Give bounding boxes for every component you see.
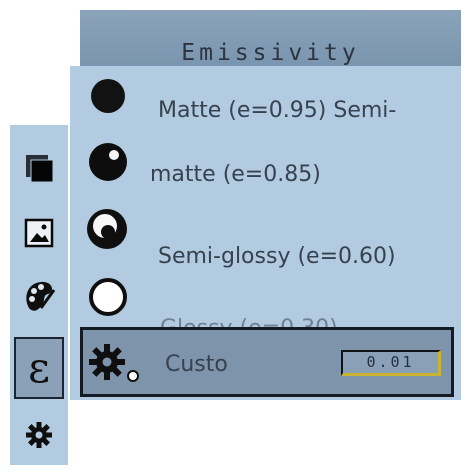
- gear-icon: [89, 344, 139, 382]
- semi-matte-dot-icon[interactable]: [86, 140, 130, 184]
- option-semi-glossy-label[interactable]: Semi-glossy (e=0.60): [158, 244, 396, 269]
- side-toolbar: ε: [10, 125, 68, 465]
- toolbar-image[interactable]: [16, 210, 62, 256]
- toolbar-palette[interactable]: [16, 273, 62, 319]
- toolbar-layers[interactable]: [16, 145, 62, 191]
- palette-icon: [26, 281, 56, 311]
- toolbar-emissivity[interactable]: ε: [14, 337, 64, 399]
- option-matte-label[interactable]: Matte (e=0.95) Semi-: [158, 98, 396, 123]
- option-semi-matte-label[interactable]: matte (e=0.85): [150, 162, 321, 187]
- custom-emissivity-row[interactable]: Custo 0.01: [80, 327, 454, 397]
- semi-glossy-dot-icon[interactable]: [84, 206, 130, 252]
- custom-value-input[interactable]: 0.01: [341, 350, 441, 376]
- glossy-dot-icon[interactable]: [86, 275, 130, 319]
- custom-label: Custo: [165, 352, 228, 377]
- toolbar-settings[interactable]: [16, 412, 62, 458]
- layers-icon: [26, 155, 54, 183]
- image-icon: [24, 218, 54, 248]
- settings-icon: [26, 422, 52, 448]
- epsilon-icon: ε: [28, 343, 50, 392]
- matte-dot-icon[interactable]: [88, 76, 128, 116]
- panel-title: Emissivity: [181, 40, 360, 66]
